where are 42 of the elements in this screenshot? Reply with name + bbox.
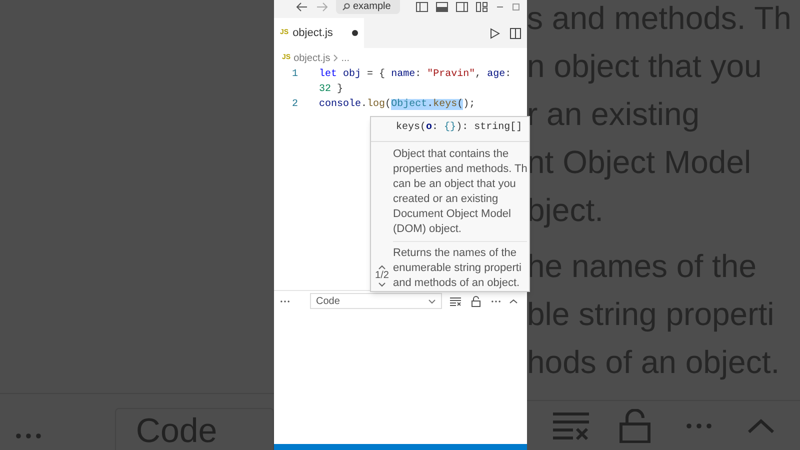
chevron-right-icon	[333, 54, 338, 62]
doc-text: enumerable string properti	[393, 261, 522, 276]
back-arrow-icon[interactable]	[296, 2, 308, 12]
split-layout-icon[interactable]	[456, 2, 468, 12]
doc-text: created or an existing	[393, 192, 500, 207]
doc-text: and methods of an object.	[393, 276, 521, 291]
tab-label: object.js	[292, 26, 333, 41]
output-channel-dropdown[interactable]: Code	[310, 293, 442, 309]
code-line: console.log(Object.keys();	[319, 98, 476, 112]
search-field[interactable]: example	[336, 0, 400, 14]
code-line: let obj = { name: "Pravin", age:	[319, 68, 512, 82]
chevron-down-icon[interactable]	[378, 282, 386, 287]
maximize-icon[interactable]	[512, 2, 520, 12]
doc-text: Returns the names of the	[393, 246, 518, 261]
search-icon	[342, 3, 350, 11]
code-line: 32 }	[319, 82, 344, 97]
chevron-down-icon	[428, 298, 436, 304]
more-icon[interactable]	[491, 300, 501, 302]
doc-text: can be an object that you	[393, 177, 517, 192]
doc-text: (DOM) object.	[393, 222, 462, 237]
breadcrumb-item[interactable]: ...	[341, 50, 350, 66]
clear-output-icon[interactable]	[450, 296, 461, 306]
unlock-icon	[619, 408, 651, 442]
sidebar-layout-icon[interactable]	[416, 2, 428, 12]
doc-text: Object that contains the	[393, 147, 510, 162]
chevron-up-icon[interactable]	[509, 298, 518, 304]
line-number: 1	[290, 68, 298, 82]
doc-text: Document Object Model	[393, 207, 512, 222]
more-icon[interactable]	[280, 300, 290, 302]
chevron-up-icon[interactable]	[378, 265, 386, 270]
panel-layout-icon[interactable]	[436, 2, 448, 12]
function-signature: keys(o: {}): string[]	[371, 117, 529, 142]
breadcrumb-item[interactable]: object.js	[294, 50, 330, 66]
grid-layout-icon[interactable]	[476, 2, 488, 12]
clear-output-icon	[553, 410, 589, 440]
split-editor-icon[interactable]	[510, 28, 521, 38]
chevron-up-icon	[747, 418, 775, 434]
line-number: 2	[290, 98, 298, 112]
run-icon[interactable]	[490, 28, 500, 38]
unlock-icon[interactable]	[471, 296, 481, 306]
overload-counter: 1/2	[375, 270, 389, 282]
doc-text: properties and methods. Th	[393, 162, 528, 177]
